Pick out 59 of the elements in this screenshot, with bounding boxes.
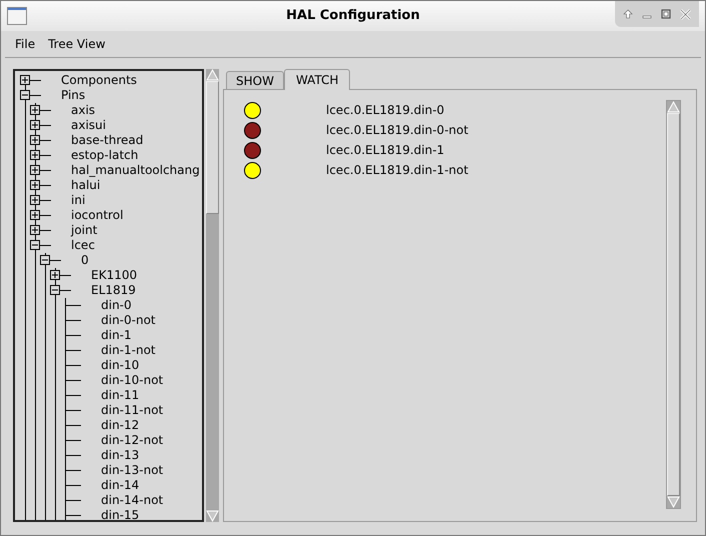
tree-item[interactable]: din-12-not [101, 433, 164, 448]
expand-icon[interactable] [30, 135, 40, 145]
expand-icon[interactable] [30, 210, 40, 220]
tree-item[interactable]: din-10 [101, 358, 140, 373]
expand-icon[interactable] [30, 165, 40, 175]
tree-item[interactable]: din-11 [101, 388, 140, 403]
pin-name: lcec.0.EL1819.din-0-not [326, 122, 468, 139]
tree-item[interactable]: din-12 [101, 418, 140, 433]
expand-icon[interactable] [30, 180, 40, 190]
tree-item[interactable]: EL1819 [91, 283, 136, 298]
tab[interactable]: SHOW [226, 71, 284, 89]
collapse-icon[interactable] [20, 90, 30, 100]
tree-item[interactable]: din-13 [101, 448, 140, 463]
expand-icon[interactable] [30, 195, 40, 205]
expand-icon[interactable] [50, 270, 60, 280]
expand-icon[interactable] [30, 105, 40, 115]
expand-icon[interactable] [30, 120, 40, 130]
tree-item[interactable]: din-0-not [101, 313, 156, 328]
tree-item[interactable]: hal_manualtoolchang [71, 163, 200, 178]
expand-icon[interactable] [20, 75, 30, 85]
pin-name: lcec.0.EL1819.din-0 [326, 102, 444, 119]
maximize-icon[interactable] [661, 9, 671, 19]
window-title: HAL Configuration [285, 7, 421, 26]
tree-item[interactable]: din-10-not [101, 373, 164, 388]
tree-item[interactable]: din-1 [101, 328, 132, 343]
tree-item[interactable]: iocontrol [71, 208, 124, 223]
tree-item[interactable]: Components [61, 73, 137, 88]
tree-item[interactable]: axis [71, 103, 96, 118]
tree-item[interactable]: axisui [71, 118, 106, 133]
collapse-icon[interactable] [30, 240, 40, 250]
tree-item[interactable]: din-14 [101, 478, 140, 493]
tree-item[interactable]: base-thread [71, 133, 144, 148]
tree-item[interactable]: din-1-not [101, 343, 156, 358]
tab[interactable]: WATCH [284, 69, 350, 90]
menu-item[interactable]: File [15, 35, 36, 53]
collapse-icon[interactable] [50, 285, 60, 295]
tree-item[interactable]: din-11-not [101, 403, 164, 418]
pin-name: lcec.0.EL1819.din-1-not [326, 162, 468, 179]
tree-item[interactable]: din-15 [101, 508, 140, 520]
collapse-icon[interactable] [40, 255, 50, 265]
scroll-thumb[interactable] [206, 81, 219, 214]
pin-name: lcec.0.EL1819.din-1 [326, 142, 444, 159]
menu-item[interactable]: Tree View [48, 35, 106, 53]
window-icon[interactable] [7, 7, 27, 25]
tree-item[interactable]: Pins [61, 88, 86, 103]
tree-item[interactable]: lcec [71, 238, 95, 253]
expand-icon[interactable] [30, 225, 40, 235]
tree-item[interactable]: ini [71, 193, 86, 208]
expand-icon[interactable] [30, 150, 40, 160]
tree-item[interactable]: EK1100 [91, 268, 137, 283]
tree-item[interactable]: din-13-not [101, 463, 164, 478]
up-arrow-icon[interactable] [623, 9, 633, 19]
tree-item[interactable]: din-0 [101, 298, 132, 313]
tree-item[interactable]: estop-latch [71, 148, 138, 163]
tree-item[interactable]: halui [71, 178, 100, 193]
close-icon[interactable] [680, 8, 691, 20]
tree-item[interactable]: joint [71, 223, 98, 238]
tree-item[interactable]: din-14-not [101, 493, 164, 508]
tree-item[interactable]: 0 [81, 253, 89, 268]
